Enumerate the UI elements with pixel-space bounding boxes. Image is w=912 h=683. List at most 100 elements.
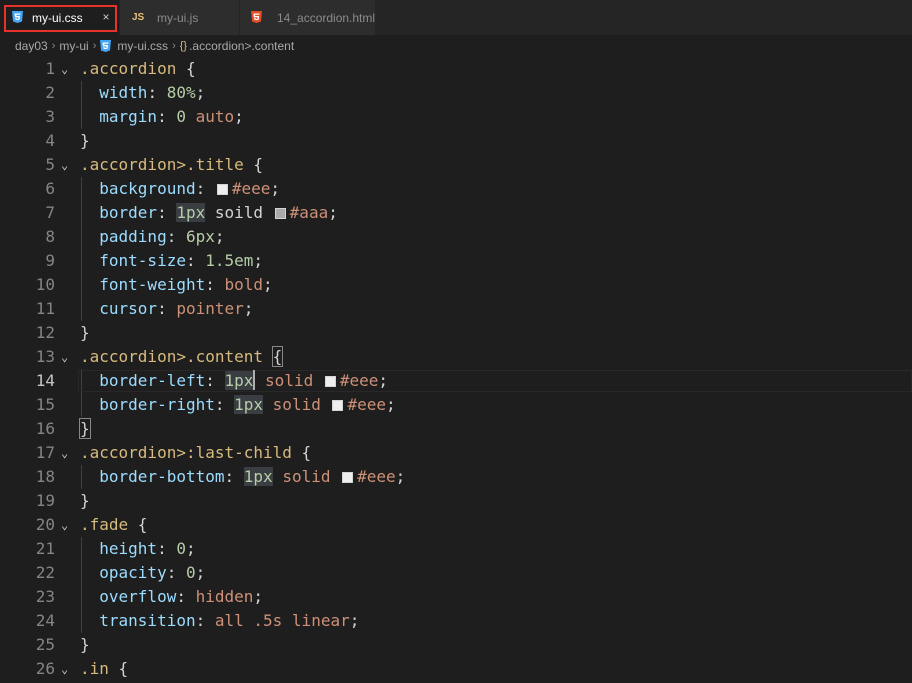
line-number: 15 bbox=[35, 395, 55, 414]
line-number: 12 bbox=[35, 323, 55, 342]
css-selector: .in bbox=[80, 659, 109, 678]
chevron-down-icon[interactable]: ⌄ bbox=[61, 441, 68, 465]
css-number: 1px bbox=[176, 203, 206, 222]
punctuation bbox=[263, 395, 273, 414]
line-number: 17 bbox=[35, 443, 55, 462]
line-number: 19 bbox=[35, 491, 55, 510]
chevron-down-icon[interactable]: ⌄ bbox=[61, 345, 68, 369]
punctuation: ; bbox=[253, 251, 264, 270]
code-line-12: 12 } bbox=[0, 321, 912, 345]
color-swatch[interactable] bbox=[274, 208, 286, 219]
color-swatch[interactable] bbox=[332, 400, 344, 411]
tab-my-ui-css[interactable]: my-ui.css × bbox=[0, 0, 120, 35]
code-line-1: 1 ⌄ .accordion { bbox=[0, 57, 912, 81]
code-line-17: 17 ⌄ .accordion>:last-child { bbox=[0, 441, 912, 465]
css-property: font-weight bbox=[99, 275, 206, 294]
css-property: opacity bbox=[99, 563, 167, 582]
code-line-24: 24 transition: all .5s linear; bbox=[0, 609, 912, 633]
css-file-icon bbox=[12, 11, 23, 23]
punctuation: ; bbox=[243, 299, 254, 318]
css-selector: .accordion>.content bbox=[80, 347, 264, 366]
color-swatch[interactable] bbox=[216, 184, 228, 195]
chevron-down-icon[interactable]: ⌄ bbox=[61, 153, 68, 177]
punctuation: ; bbox=[349, 611, 360, 630]
punctuation bbox=[263, 347, 273, 366]
css-value: all .5s linear bbox=[214, 611, 350, 630]
js-file-icon: JS bbox=[132, 12, 145, 23]
punctuation bbox=[186, 107, 196, 126]
punctuation: { bbox=[128, 515, 148, 534]
color-swatch[interactable] bbox=[342, 472, 354, 483]
css-value: pointer bbox=[176, 299, 244, 318]
css-property: font-size bbox=[99, 251, 186, 270]
punctuation: ; bbox=[195, 563, 206, 582]
punctuation: ; bbox=[234, 107, 244, 126]
css-number: 80% bbox=[166, 83, 196, 102]
css-value: solid bbox=[265, 371, 314, 390]
line-number: 4 bbox=[45, 131, 55, 150]
close-icon[interactable]: × bbox=[99, 10, 113, 24]
punctuation: ; bbox=[378, 371, 389, 390]
tab-label: my-ui.css bbox=[32, 10, 83, 25]
color-swatch[interactable] bbox=[324, 376, 336, 387]
html-file-icon bbox=[251, 11, 262, 23]
line-number: 21 bbox=[35, 539, 55, 558]
css-number: 0 bbox=[185, 563, 196, 582]
css-color: #eee bbox=[347, 395, 387, 414]
line-number: 24 bbox=[35, 611, 55, 630]
code-line-5: 5 ⌄ .accordion>.title { bbox=[0, 153, 912, 177]
breadcrumb-symbol[interactable]: .accordion>.content bbox=[189, 39, 294, 53]
tab-14-accordion-html[interactable]: 14_accordion.html bbox=[240, 0, 376, 35]
punctuation: : bbox=[185, 251, 206, 270]
css-selector: .fade bbox=[80, 515, 129, 534]
code-editor[interactable]: 1 ⌄ .accordion { 2 width: 80%; 3 margin:… bbox=[0, 57, 912, 683]
css-property: padding bbox=[99, 227, 167, 246]
line-number: 25 bbox=[35, 635, 55, 654]
code-line-13: 13 ⌄ .accordion>.content { bbox=[0, 345, 912, 369]
code-line-21: 21 height: 0; bbox=[0, 537, 912, 561]
punctuation: : bbox=[205, 275, 225, 294]
css-property: background bbox=[99, 179, 196, 198]
punctuation: } bbox=[80, 131, 90, 150]
css-property: cursor bbox=[99, 299, 158, 318]
punctuation: ; bbox=[214, 227, 225, 246]
breadcrumb-folder-day03[interactable]: day03 bbox=[15, 39, 48, 53]
code-line-9: 9 font-size: 1.5em; bbox=[0, 249, 912, 273]
punctuation: : bbox=[205, 371, 225, 390]
code-line-4: 4 } bbox=[0, 129, 912, 153]
chevron-down-icon[interactable]: ⌄ bbox=[61, 57, 68, 81]
line-number: 26 bbox=[35, 659, 55, 678]
line-number: 20 bbox=[35, 515, 55, 534]
css-number: 1px bbox=[224, 371, 254, 390]
punctuation bbox=[255, 371, 265, 390]
css-value: solid bbox=[282, 467, 331, 486]
css-property: overflow bbox=[99, 587, 177, 606]
css-property: border-right bbox=[99, 395, 215, 414]
line-number: 11 bbox=[35, 299, 55, 318]
punctuation bbox=[273, 467, 283, 486]
code-line-22: 22 opacity: 0; bbox=[0, 561, 912, 585]
tab-label: my-ui.js bbox=[157, 10, 199, 25]
line-number: 1 bbox=[45, 59, 55, 78]
code-line-19: 19 } bbox=[0, 489, 912, 513]
editor-tab-bar: my-ui.css × JS my-ui.js 14_accordion.htm… bbox=[0, 0, 912, 35]
css-property: border bbox=[99, 203, 158, 222]
chevron-down-icon[interactable]: ⌄ bbox=[61, 657, 68, 681]
code-line-26: 26 ⌄ .in { bbox=[0, 657, 912, 681]
punctuation: : bbox=[195, 611, 215, 630]
chevron-down-icon[interactable]: ⌄ bbox=[61, 513, 68, 537]
breadcrumb-folder-my-ui[interactable]: my-ui bbox=[59, 39, 88, 53]
line-number: 5 bbox=[45, 155, 55, 174]
punctuation: ; bbox=[328, 203, 338, 222]
tab-my-ui-js[interactable]: JS my-ui.js bbox=[120, 0, 240, 35]
code-line-3: 3 margin: 0 auto; bbox=[0, 105, 912, 129]
css-color: #eee bbox=[339, 371, 379, 390]
code-line-18: 18 border-bottom: 1px solid #eee; bbox=[0, 465, 912, 489]
css-selector: .accordion bbox=[80, 59, 177, 78]
css-value: solid bbox=[272, 395, 321, 414]
punctuation: : bbox=[195, 179, 215, 198]
breadcrumb-file[interactable]: my-ui.css bbox=[117, 39, 168, 53]
css-value: auto bbox=[195, 107, 235, 126]
css-property: border-left bbox=[99, 371, 206, 390]
breadcrumb: day03 › my-ui › my-ui.css › {} .accordio… bbox=[0, 35, 912, 57]
